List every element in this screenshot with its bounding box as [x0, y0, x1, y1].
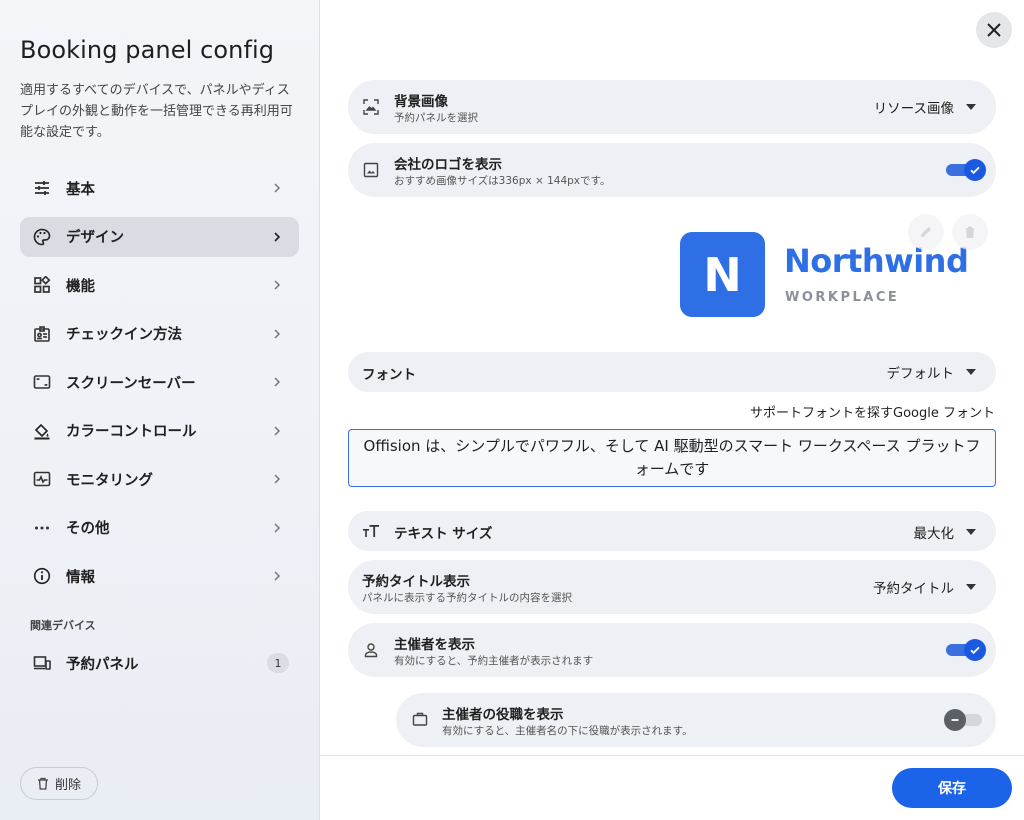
panel-title: Booking panel config: [20, 36, 275, 64]
text-size-select[interactable]: テキスト サイズ 最大化: [348, 511, 996, 551]
briefcase-icon: [412, 711, 430, 729]
check-icon: [964, 159, 986, 181]
sidebar-item-screensaver[interactable]: スクリーンセーバー: [20, 362, 299, 402]
google-fonts-link[interactable]: サポートフォントを探すGoogle フォント: [750, 402, 995, 421]
caret-down-icon: [966, 104, 976, 110]
sidebar-item-label: モニタリング: [66, 472, 153, 489]
logo-mark: N: [680, 232, 765, 317]
company-logo-row: 会社のロゴを表示 おすすめ画像サイズは336px × 144pxです。: [348, 143, 996, 197]
close-icon: [987, 23, 1001, 37]
show-organizer-role-title: 主催者の役職を表示: [442, 707, 564, 723]
minus-icon: [944, 709, 966, 731]
chevron-right-icon: [274, 377, 281, 387]
sidebar-item-checkin[interactable]: チェックイン方法: [20, 314, 299, 354]
font-select[interactable]: フォント デフォルト: [348, 352, 996, 392]
booking-title-display-subtitle: パネルに表示する予約タイトルの内容を選択: [362, 592, 572, 604]
show-organizer-role-row: 主催者の役職を表示 有効にすると、主催者名の下に役職が表示されます。: [396, 693, 996, 747]
text-size-icon: [362, 522, 380, 540]
show-organizer-row: 主催者を表示 有効にすると、予約主催者が表示されます: [348, 623, 996, 677]
edit-logo-button[interactable]: [908, 214, 944, 250]
sidebar-item-other[interactable]: その他: [20, 508, 299, 548]
devices-icon: [32, 653, 52, 673]
show-organizer-title: 主催者を表示: [394, 637, 475, 653]
logo-wordmark: Northwind: [784, 242, 969, 280]
related-device-booking-panel[interactable]: 予約パネル 1: [20, 643, 299, 683]
sidebar-item-label: デザイン: [66, 230, 124, 246]
sidebar-item-features[interactable]: 機能: [20, 265, 299, 305]
show-organizer-subtitle: 有効にすると、予約主催者が表示されます: [394, 655, 594, 667]
company-logo-title: 会社のロゴを表示: [394, 157, 502, 173]
chevron-right-icon: [274, 522, 281, 533]
show-organizer-role-toggle[interactable]: [944, 709, 982, 731]
caret-down-icon: [966, 369, 976, 375]
caret-down-icon: [966, 584, 976, 590]
background-image-subtitle: 予約パネルを選択: [394, 112, 478, 124]
check-icon: [964, 639, 986, 661]
company-logo-subtitle: おすすめ画像サイズは336px × 144pxです。: [394, 175, 611, 187]
background-image-select[interactable]: 背景画像 予約パネルを選択 リソース画像: [348, 80, 996, 134]
image-icon: [362, 161, 380, 179]
sidebar-item-label: スクリーンセーバー: [66, 375, 196, 392]
palette-icon: [32, 227, 52, 247]
monitoring-icon: [32, 469, 52, 489]
sidebar-item-monitoring[interactable]: モニタリング: [20, 459, 299, 499]
chevron-right-icon: [274, 474, 281, 484]
trash-icon: [37, 777, 48, 790]
save-button[interactable]: 保存: [892, 768, 1012, 808]
delete-logo-button[interactable]: [952, 214, 988, 250]
background-image-value: リソース画像: [873, 101, 954, 117]
more-icon: [32, 518, 52, 538]
screensaver-icon: [32, 372, 52, 392]
sidebar-nav: 基本 デザイン 機能 チェックイン方法 スクリーンセーバー カラーコントロール …: [20, 168, 299, 605]
chevron-right-icon: [274, 231, 281, 242]
paint-bucket-icon: [32, 421, 52, 441]
sidebar-item-label: 情報: [66, 569, 95, 586]
sidebar-item-label: チェックイン方法: [66, 327, 182, 343]
booking-title-display-select[interactable]: 予約タイトル表示 パネルに表示する予約タイトルの内容を選択 予約タイトル: [348, 560, 996, 614]
show-organizer-toggle[interactable]: [946, 639, 986, 661]
sidebar-item-color-control[interactable]: カラーコントロール: [20, 411, 299, 451]
sidebar-item-info[interactable]: 情報: [20, 556, 299, 596]
delete-label: 削除: [54, 778, 81, 793]
related-devices-heading: 関連デバイス: [30, 619, 96, 632]
company-logo-toggle[interactable]: [946, 159, 986, 181]
trash-icon: [965, 226, 975, 238]
related-device-label: 予約パネル: [66, 656, 139, 673]
sliders-icon: [32, 178, 52, 198]
booking-title-display-value: 予約タイトル: [873, 581, 954, 597]
pencil-icon: [921, 227, 931, 237]
font-title: フォント: [362, 367, 416, 383]
sidebar-item-label: 機能: [66, 278, 95, 295]
logo-tagline: WORKPLACE: [785, 290, 900, 305]
chevron-right-icon: [274, 328, 281, 339]
booking-title-display-title: 予約タイトル表示: [362, 574, 470, 590]
chevron-right-icon: [274, 571, 281, 581]
person-icon: [362, 641, 380, 659]
sidebar-item-label: 基本: [66, 181, 95, 198]
widgets-icon: [32, 275, 52, 295]
font-preview-text[interactable]: Offision は、シンプルでパワフル、そして AI 駆動型のスマート ワーク…: [348, 429, 996, 487]
text-size-value: 最大化: [913, 526, 955, 542]
info-icon: [32, 566, 52, 586]
sidebar: Booking panel config 適用するすべてのデバイスで、パネルやデ…: [0, 0, 320, 820]
badge-icon: [32, 324, 52, 344]
chevron-right-icon: [274, 425, 281, 436]
font-value: デフォルト: [886, 366, 955, 382]
sidebar-item-basic[interactable]: 基本: [20, 168, 299, 208]
background-image-icon: [362, 98, 380, 116]
close-button[interactable]: [976, 12, 1012, 48]
sidebar-item-label: カラーコントロール: [66, 424, 197, 440]
caret-down-icon: [966, 529, 976, 535]
chevron-right-icon: [274, 280, 281, 290]
delete-button[interactable]: 削除: [20, 767, 98, 800]
sidebar-item-label: その他: [66, 521, 110, 537]
panel-description: 適用するすべてのデバイスで、パネルやディスプレイの外観と動作を一括管理できる再利…: [20, 83, 293, 140]
show-organizer-role-subtitle: 有効にすると、主催者名の下に役職が表示されます。: [442, 725, 693, 737]
text-size-title: テキスト サイズ: [394, 526, 493, 542]
sidebar-item-design[interactable]: デザイン: [20, 216, 299, 257]
background-image-title: 背景画像: [394, 94, 448, 110]
device-count-badge: 1: [267, 653, 289, 673]
chevron-right-icon: [274, 183, 281, 193]
